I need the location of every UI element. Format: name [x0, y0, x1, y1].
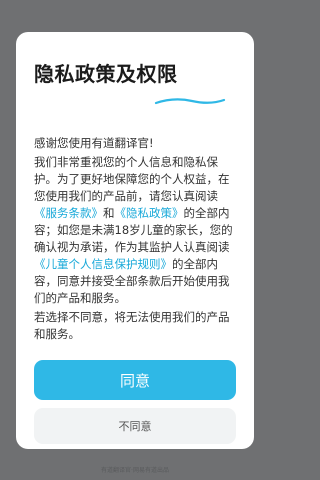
- decline-button[interactable]: 不同意: [34, 408, 236, 444]
- backdrop-footer-text: 有道翻译官·网易有道出品: [101, 467, 169, 474]
- dialog-title: 隐私政策及权限: [34, 62, 178, 86]
- title-underline-decoration: [154, 98, 226, 105]
- greeting-text: 感谢您使用有道翻译官!: [34, 136, 154, 150]
- agree-button[interactable]: 同意: [34, 360, 236, 400]
- decline-notice: 若选择不同意，将无法使用我们的产品和服务。: [34, 310, 230, 341]
- consent-text-1: 我们非常重视您的个人信息和隐私保护。为了更好地保障您的个人权益，在您使用我们的产…: [34, 155, 230, 203]
- terms-of-service-link[interactable]: 《服务条款》: [34, 206, 103, 220]
- consent-paragraph: 我们非常重视您的个人信息和隐私保护。为了更好地保障您的个人权益，在您使用我们的产…: [34, 154, 240, 307]
- dialog-body: 感谢您使用有道翻译官! 我们非常重视您的个人信息和隐私保护。为了更好地保障您的个…: [34, 135, 240, 345]
- privacy-dialog: 隐私政策及权限 感谢您使用有道翻译官! 我们非常重视您的个人信息和隐私保护。为了…: [16, 32, 254, 449]
- consent-text-2: 和: [103, 206, 115, 220]
- children-privacy-link[interactable]: 《儿童个人信息保护规则》: [34, 257, 172, 271]
- privacy-policy-link[interactable]: 《隐私政策》: [115, 206, 184, 220]
